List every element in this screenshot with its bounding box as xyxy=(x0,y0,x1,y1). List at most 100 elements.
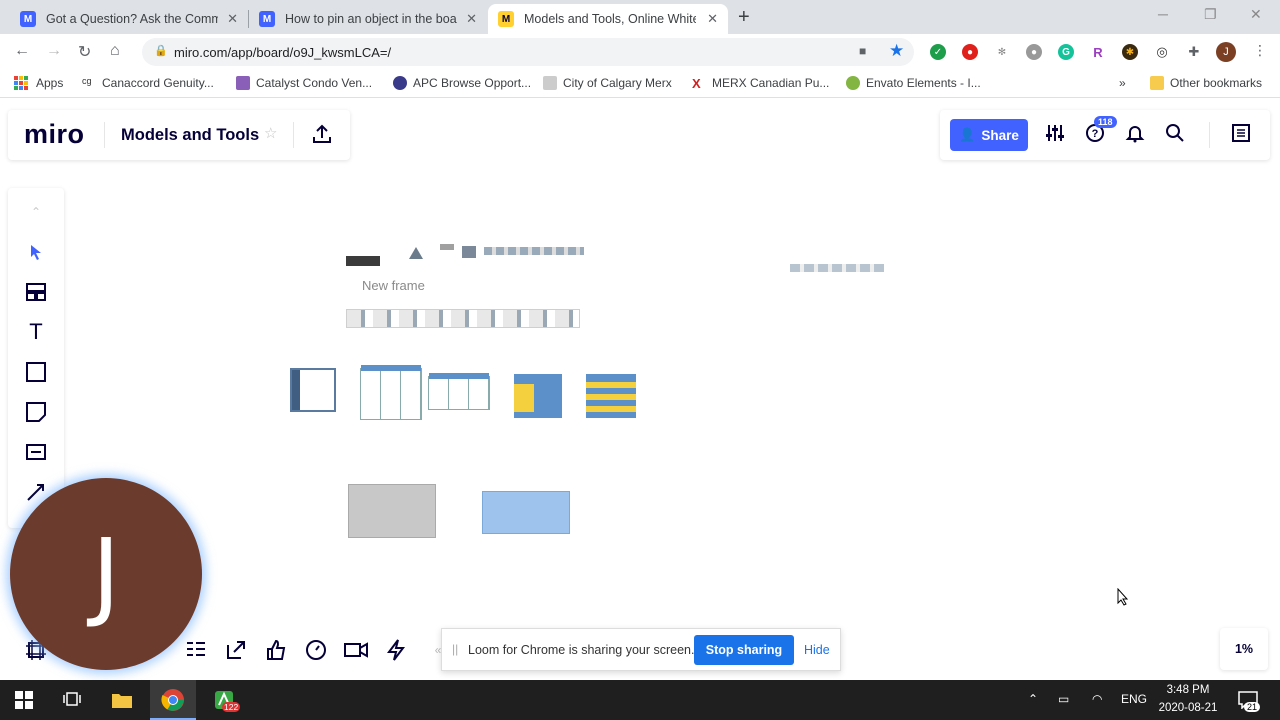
close-icon[interactable]: ✕ xyxy=(227,11,238,27)
chrome-menu-icon[interactable]: ⋮ xyxy=(1253,42,1267,59)
frame-title[interactable]: New frame xyxy=(362,278,425,293)
settings-sliders-icon[interactable] xyxy=(1044,123,1066,145)
language-indicator[interactable]: ENG xyxy=(1121,692,1147,706)
bookmark-other[interactable]: Other bookmarks xyxy=(1150,76,1262,90)
new-tab-icon[interactable]: + xyxy=(738,6,750,29)
extension-snowflake-icon[interactable]: ✻ xyxy=(994,44,1010,60)
tab-models-and-tools[interactable]: M Models and Tools, Online Whiteb ✕ xyxy=(488,4,728,34)
tab-got-a-question[interactable]: M Got a Question? Ask the Commu ✕ xyxy=(10,4,248,34)
chrome-icon xyxy=(161,689,184,711)
bookmark-label: Canaccord Genuity... xyxy=(102,76,214,90)
canvas-object[interactable] xyxy=(462,246,476,258)
lightning-icon[interactable] xyxy=(384,638,408,662)
wifi-icon[interactable]: ◠ xyxy=(1092,692,1102,706)
extension-swirl-icon[interactable]: ◎ xyxy=(1154,44,1170,60)
board-title[interactable]: Models and Tools xyxy=(121,126,259,145)
template-card[interactable] xyxy=(586,374,636,418)
close-icon[interactable]: ✕ xyxy=(466,11,477,27)
voting-thumbs-up-icon[interactable] xyxy=(264,638,288,662)
file-explorer-icon[interactable] xyxy=(110,688,134,712)
chevron-up-icon[interactable]: ⌃ xyxy=(1028,692,1038,706)
loom-message: Loom for Chrome is sharing your screen. xyxy=(468,643,695,657)
share-button[interactable]: 👤 Share xyxy=(950,119,1028,151)
template-card[interactable] xyxy=(290,368,336,412)
stop-sharing-button[interactable]: Stop sharing xyxy=(694,635,794,665)
tab-how-to-pin[interactable]: M How to pin an object in the boar ✕ xyxy=(249,4,487,34)
clock-date[interactable]: 2020-08-21 xyxy=(1155,702,1221,714)
home-icon[interactable]: ⌂ xyxy=(110,42,120,60)
canvas-object[interactable] xyxy=(440,244,454,250)
canvas-object[interactable] xyxy=(484,247,584,255)
loom-sharing-bar: || Loom for Chrome is sharing your scree… xyxy=(441,628,841,671)
text-tool-icon[interactable]: T xyxy=(24,319,48,344)
minimize-icon[interactable]: ─ xyxy=(1158,6,1168,22)
template-card[interactable] xyxy=(514,374,562,418)
board-menu-icon[interactable] xyxy=(1230,123,1252,145)
restore-icon[interactable]: ❐ xyxy=(1204,6,1217,23)
bookmark-canaccord[interactable]: cg Canaccord Genuity... xyxy=(82,76,214,90)
bell-icon[interactable] xyxy=(1124,123,1146,145)
close-icon[interactable]: ✕ xyxy=(707,11,718,27)
extension-honey-icon[interactable]: ✱ xyxy=(1122,44,1138,60)
template-card[interactable] xyxy=(428,373,490,410)
template-card[interactable] xyxy=(360,365,422,420)
envato-leaf-icon xyxy=(846,76,860,90)
upload-icon[interactable] xyxy=(311,123,333,145)
bookmark-star-icon[interactable]: ★ xyxy=(889,41,904,61)
kanban-list-icon[interactable] xyxy=(184,638,208,662)
bookmark-merx[interactable]: X MERX Canadian Pu... xyxy=(692,76,829,91)
extension-circle-icon[interactable]: ● xyxy=(1026,44,1042,60)
share-screen-icon[interactable] xyxy=(224,638,248,662)
back-icon[interactable]: ← xyxy=(14,42,30,60)
hide-link[interactable]: Hide xyxy=(804,643,830,657)
timer-icon[interactable] xyxy=(304,638,328,662)
camera-icon[interactable]: ■ xyxy=(859,44,866,58)
bookmark-apc[interactable]: APC Browse Opport... xyxy=(393,76,531,90)
extension-adblock-icon[interactable]: ● xyxy=(962,44,978,60)
bookmark-envato[interactable]: Envato Elements - I... xyxy=(846,76,981,90)
person-icon: 👤 xyxy=(959,127,976,142)
chrome-taskbar-item[interactable] xyxy=(150,680,196,720)
canvas-object[interactable] xyxy=(346,256,380,266)
reload-icon[interactable]: ↻ xyxy=(78,42,91,62)
bookmarks-overflow[interactable]: » xyxy=(1119,76,1126,90)
svg-text:?: ? xyxy=(1092,128,1099,140)
window-close-icon[interactable]: ✕ xyxy=(1250,6,1262,23)
windows-start-icon[interactable] xyxy=(12,688,36,712)
bookmark-catalyst[interactable]: Catalyst Condo Ven... xyxy=(236,76,372,90)
profile-avatar[interactable]: J xyxy=(1216,42,1236,62)
battery-icon[interactable]: ▭ xyxy=(1058,692,1069,706)
loom-camera-bubble[interactable]: J xyxy=(10,478,202,670)
search-icon[interactable] xyxy=(1164,123,1186,145)
templates-icon[interactable] xyxy=(24,280,48,304)
miro-logo[interactable]: miro xyxy=(24,119,85,150)
grey-note-card[interactable] xyxy=(348,484,436,538)
bookmark-apps[interactable]: Apps xyxy=(14,76,63,90)
video-chat-icon[interactable] xyxy=(344,638,368,662)
card-tool-icon[interactable] xyxy=(24,440,48,464)
clock-time[interactable]: 3:48 PM xyxy=(1155,684,1221,696)
star-icon[interactable]: ☆ xyxy=(264,124,277,142)
shape-tool-icon[interactable] xyxy=(24,360,48,384)
extensions-puzzle-icon[interactable]: ✚ xyxy=(1186,44,1202,60)
app-badge: 122 xyxy=(222,702,241,712)
canvas-object[interactable] xyxy=(408,246,424,260)
drag-handle-icon[interactable]: || xyxy=(452,642,458,656)
sticky-note-icon[interactable] xyxy=(24,400,48,424)
zoom-level[interactable]: 1% xyxy=(1220,628,1268,670)
address-bar[interactable]: 🔒 miro.com/app/board/o9J_kwsmLCA=/ ■ ★ xyxy=(142,38,914,66)
forward-icon[interactable]: → xyxy=(46,42,62,60)
extension-shield-icon[interactable]: ✓ xyxy=(930,44,946,60)
new-frame-content[interactable] xyxy=(346,309,580,328)
canvas-object[interactable] xyxy=(790,264,884,272)
blue-note-card[interactable] xyxy=(482,491,570,534)
apc-power-icon xyxy=(393,76,407,90)
collapse-chevron-icon[interactable]: ⌃ xyxy=(24,200,48,224)
bookmark-label: City of Calgary Merx xyxy=(563,76,672,90)
select-cursor-icon[interactable] xyxy=(24,240,48,264)
extension-r-icon[interactable]: R xyxy=(1090,44,1106,60)
grammarly-icon[interactable]: G xyxy=(1058,44,1074,60)
bookmark-label: Apps xyxy=(36,76,64,90)
bookmark-calgary[interactable]: City of Calgary Merx xyxy=(543,76,672,90)
task-view-icon[interactable] xyxy=(60,688,84,712)
